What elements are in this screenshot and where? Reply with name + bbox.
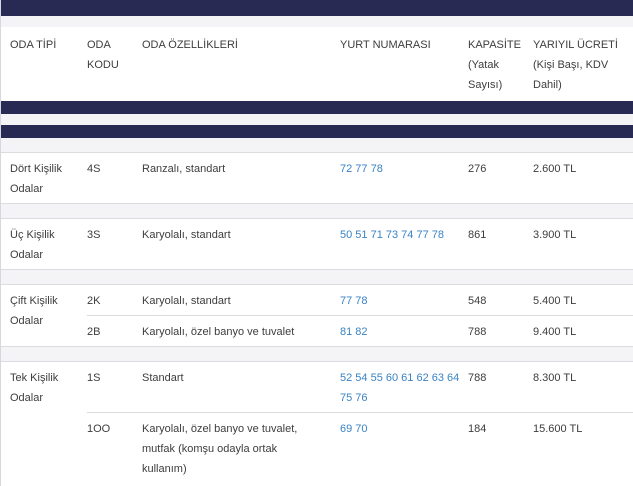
room-type-line2: Odalar <box>10 183 44 195</box>
table-top-bar <box>1 0 633 16</box>
header-capacity-line3: Sayısı) <box>468 79 503 91</box>
features-cell: Ranzalı, standart <box>142 163 226 175</box>
fee-cell: 8.300 TL <box>533 372 577 384</box>
header-room-code: ODA KODU <box>87 27 142 101</box>
header-dorm-numbers-label: YURT NUMARASI <box>340 39 431 51</box>
separator-cell <box>1 346 633 362</box>
header-divider-band <box>1 101 633 138</box>
capacity-cell: 788 <box>468 315 533 347</box>
features-cell: Karyolalı, özel banyo ve tuvalet <box>142 315 340 347</box>
table-row: Üç Kişilik Odalar 3S Karyolalı, standart … <box>1 219 633 270</box>
dorm-numbers-link[interactable]: 81 82 <box>340 326 368 338</box>
group-separator <box>1 203 633 219</box>
header-fee-line1: YARIYIL ÜCRETİ <box>533 39 618 51</box>
header-divider-cell <box>1 101 633 138</box>
capacity-cell: 548 <box>468 295 487 307</box>
dorm-numbers-link[interactable]: 50 51 71 73 74 77 78 <box>340 229 444 241</box>
header-divider-light <box>1 114 633 125</box>
header-features: ODA ÖZELLİKLERİ <box>142 27 340 101</box>
fee-cell: 9.400 TL <box>533 315 633 347</box>
header-room-type-label: ODA TİPİ <box>10 39 57 51</box>
room-type-line1: Tek Kişilik <box>10 372 59 384</box>
header-room-type: ODA TİPİ <box>1 27 87 101</box>
features-cell: Karyolalı, özel banyo ve tuvalet, mutfak … <box>142 412 340 483</box>
header-fee: YARIYIL ÜCRETİ (Kişi Başı, KDV Dahil) <box>533 27 633 101</box>
room-type-line2: Odalar <box>10 315 44 327</box>
fee-cell: 3.900 TL <box>533 229 577 241</box>
table-row: Çift Kişilik Odalar 2K Karyolalı, standar… <box>1 285 633 327</box>
header-divider-navy <box>1 101 633 114</box>
dorm-numbers-link[interactable]: 77 78 <box>340 295 368 307</box>
header-fee-line3: Dahil) <box>533 79 562 91</box>
header-capacity-line2: (Yatak <box>468 59 499 71</box>
dorm-numbers-cell[interactable]: 81 82 <box>340 315 468 347</box>
dorm-numbers-cell[interactable]: 52 54 55 60 61 62 63 64 75 76 <box>340 362 468 413</box>
features-cell: Karyolalı, standart <box>142 229 231 241</box>
group-separator <box>1 138 633 153</box>
dorm-numbers-link[interactable]: 69 70 <box>340 423 368 435</box>
group-separator <box>1 346 633 362</box>
dorm-numbers-cell[interactable]: 72 77 78 <box>340 153 468 204</box>
features-cell: Karyolalı, standart <box>142 295 231 307</box>
fee-cell: 5.400 TL <box>533 295 577 307</box>
dorm-numbers-link[interactable]: 72 77 78 <box>340 163 383 175</box>
room-type-line1: Çift Kişilik <box>10 295 58 307</box>
features-cell: Standart <box>142 372 184 384</box>
room-type-line2: Odalar <box>10 249 44 261</box>
header-divider-navy-2 <box>1 125 633 138</box>
room-type-cell: Üç Kişilik Odalar <box>1 219 87 270</box>
header-room-code-line2: KODU <box>87 59 119 71</box>
dorm-numbers-cell[interactable]: 69 70 <box>340 412 468 483</box>
header-capacity: KAPASİTE (Yatak Sayısı) <box>468 27 533 101</box>
room-type-line1: Dört Kişilik <box>10 163 62 175</box>
header-fee-line2: (Kişi Başı, KDV <box>533 59 609 71</box>
room-type-cell: Dört Kişilik Odalar <box>1 153 87 204</box>
separator-cell <box>1 269 633 285</box>
room-type-line1: Üç Kişilik <box>10 229 55 241</box>
features-line1: Karyolalı, özel banyo ve tuvalet, <box>142 423 298 435</box>
dorm-numbers-cell[interactable]: 77 78 <box>340 285 468 316</box>
dorm-numbers-cell[interactable]: 50 51 71 73 74 77 78 <box>340 219 468 270</box>
capacity-cell: 184 <box>468 412 533 483</box>
capacity-cell: 861 <box>468 229 487 241</box>
header-features-label: ODA ÖZELLİKLERİ <box>142 39 238 51</box>
room-type-line2: Odalar <box>10 392 44 404</box>
room-code-cell: 2K <box>87 295 101 307</box>
room-type-cell: Çift Kişilik Odalar <box>1 285 87 347</box>
separator-cell <box>1 138 633 153</box>
table-row: 2B Karyolalı, özel banyo ve tuvalet 81 8… <box>1 315 633 347</box>
capacity-cell: 788 <box>468 372 487 384</box>
header-room-code-line1: ODA <box>87 39 111 51</box>
table-row: 1OO Karyolalı, özel banyo ve tuvalet, mut… <box>1 412 633 483</box>
table-row: Dört Kişilik Odalar 4S Ranzalı, standart … <box>1 153 633 204</box>
table-header-row: ODA TİPİ ODA KODU ODA ÖZELLİKLERİ YURT NU… <box>1 27 633 101</box>
separator-cell <box>1 203 633 219</box>
room-code-cell: 2B <box>87 315 142 347</box>
room-fee-table-container: ODA TİPİ ODA KODU ODA ÖZELLİKLERİ YURT NU… <box>0 0 633 486</box>
dorm-numbers-link-2[interactable]: 75 76 <box>340 392 368 404</box>
room-code-cell: 3S <box>87 229 101 241</box>
table-top-gap <box>1 16 633 27</box>
group-separator <box>1 269 633 285</box>
dorm-numbers-link[interactable]: 52 54 55 60 61 62 63 64 <box>340 372 459 384</box>
table-row: Tek Kişilik Odalar 1S Standart 52 54 55 6… <box>1 362 633 413</box>
features-line3: kullanım) <box>142 463 187 475</box>
header-dorm-numbers: YURT NUMARASI <box>340 27 468 101</box>
room-type-cell: Tek Kişilik Odalar <box>1 362 87 484</box>
room-fee-table: ODA TİPİ ODA KODU ODA ÖZELLİKLERİ YURT NU… <box>1 27 633 483</box>
capacity-cell: 276 <box>468 163 487 175</box>
room-code-cell: 1S <box>87 372 101 384</box>
fee-cell: 2.600 TL <box>533 163 577 175</box>
room-code-cell: 4S <box>87 163 101 175</box>
fee-cell: 15.600 TL <box>533 412 633 483</box>
header-capacity-line1: KAPASİTE <box>468 39 521 51</box>
features-line2: mutfak (komşu odayla ortak <box>142 443 278 455</box>
room-code-cell: 1OO <box>87 412 142 483</box>
